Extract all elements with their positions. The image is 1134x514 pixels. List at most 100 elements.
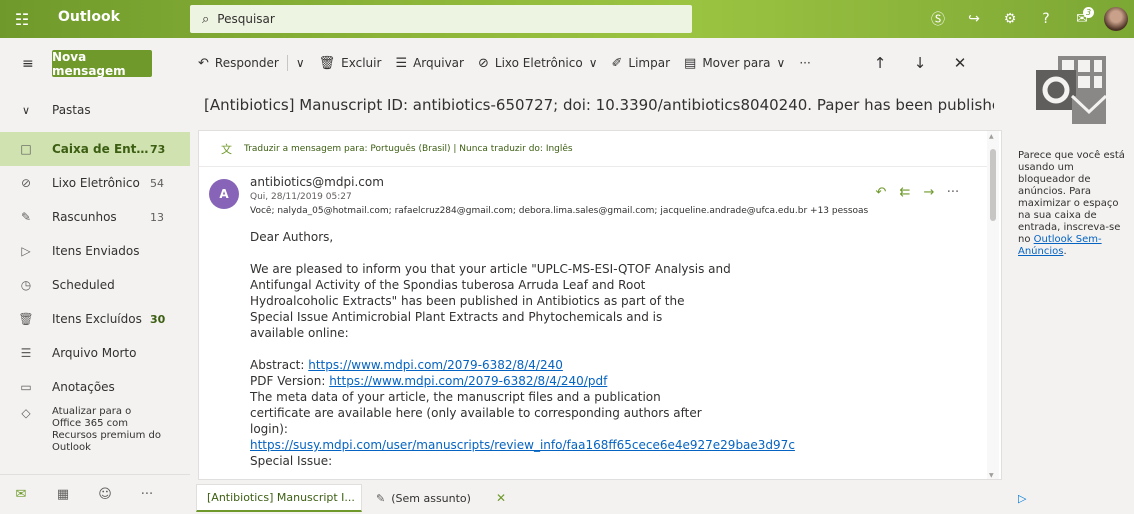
clock-icon: ◷ (20, 278, 32, 292)
sidebar-item-deleted[interactable]: 🗑 Itens Excluídos 30 (0, 302, 190, 336)
gear-icon[interactable]: ⚙ (992, 11, 1028, 27)
upgrade-premium-link[interactable]: ◇ Atualizar para o Office 365 com Recurs… (0, 400, 190, 464)
paragraph: We are pleased to inform you that your a… (250, 261, 810, 341)
new-message-button[interactable]: Nova mensagem (52, 50, 152, 78)
sender-avatar[interactable]: A (209, 179, 239, 209)
notification-badge: 3 (1083, 7, 1094, 18)
app-launcher-icon[interactable]: ☷ (0, 0, 44, 38)
office-logo-icon (1036, 56, 1108, 124)
susy-line: https://susy.mdpi.com/user/manuscripts/r… (250, 437, 810, 453)
command-bar: ↶ Responder ∨ 🗑 Excluir ☰ Arquivar ⊘ Lix… (190, 38, 1010, 88)
sidebar-item-archive[interactable]: ☰ Arquivo Morto (0, 336, 190, 370)
body-line: login): (250, 422, 288, 436)
junk-label: Lixo Eletrônico (494, 56, 583, 70)
archive-icon: ☰ (20, 346, 32, 360)
avatar[interactable] (1104, 7, 1128, 31)
more-icon[interactable]: ··· (941, 185, 965, 200)
reply-all-icon[interactable]: ⇇ (893, 185, 917, 200)
sidebar-item-junk[interactable]: ⊘ Lixo Eletrônico 54 (0, 166, 190, 200)
sidebar-item-label: Rascunhos (52, 210, 117, 224)
translate-icon: 文 (221, 142, 232, 156)
folder-count: 54 (150, 176, 164, 190)
close-icon[interactable]: ✕ (940, 54, 980, 72)
tab-current-message[interactable]: [Antibiotics] Manuscript I... (196, 484, 362, 512)
sidebar-item-inbox[interactable]: □ Caixa de Entra... 73 (0, 132, 190, 166)
folders-label: Pastas (52, 103, 91, 117)
abstract-label: Abstract: (250, 358, 309, 372)
sidebar-item-label: Lixo Eletrônico (52, 176, 140, 190)
translate-link[interactable]: Traduzir a mensagem para: Português (Bra… (244, 144, 573, 154)
body-line: Special Issue: (250, 454, 333, 468)
folder-move-icon: ▤ (684, 55, 697, 71)
recipients-list[interactable]: Você; nalyda_05@hotmail.com; rafaelcruz2… (250, 206, 870, 216)
archive-label: Arquivar (413, 56, 464, 70)
sender-email[interactable]: antibiotics@mdpi.com (250, 175, 384, 189)
chevron-down-icon: ∨ (776, 56, 786, 70)
brand-title[interactable]: Outlook (58, 9, 120, 25)
skype-icon[interactable]: Ⓢ (920, 9, 956, 29)
abstract-line: Abstract: https://www.mdpi.com/2079-6382… (250, 357, 810, 373)
search-icon: ⌕ (202, 11, 210, 27)
hamburger-icon[interactable]: ≡ (22, 56, 34, 72)
people-icon[interactable]: ☺ (84, 487, 126, 502)
folder-count: 13 (150, 210, 164, 224)
delete-button[interactable]: 🗑 Excluir (319, 56, 382, 71)
help-icon[interactable]: ? (1028, 11, 1064, 27)
sidebar-item-notes[interactable]: ▭ Anotações (0, 370, 190, 404)
pdf-link[interactable]: https://www.mdpi.com/2079-6382/8/4/240/p… (329, 374, 607, 388)
close-icon[interactable]: ✕ (496, 491, 506, 505)
note-icon: ▭ (20, 380, 32, 394)
body-line: Special Issue Antimicrobial Plant Extrac… (250, 310, 663, 324)
reply-icon[interactable]: ↶ (869, 185, 893, 200)
scroll-down-icon[interactable]: ▼ (989, 472, 994, 479)
move-to-label: Mover para (702, 56, 771, 70)
scrollbar-thumb[interactable] (990, 149, 996, 221)
sidebar-item-drafts[interactable]: ✎ Rascunhos 13 (0, 200, 190, 234)
chevron-down-icon: ∨ (588, 56, 598, 70)
sidebar-item-label: Anotações (52, 380, 115, 394)
teams-icon[interactable]: ↪ (956, 11, 992, 27)
message-body: Dear Authors, We are pleased to inform y… (250, 229, 810, 469)
translate-bar: 文 Traduzir a mensagem para: Português (B… (199, 131, 987, 167)
arrow-down-icon[interactable]: ↓ (900, 54, 940, 72)
mail-icon[interactable]: ✉ (0, 487, 42, 502)
susy-link[interactable]: https://susy.mdpi.com/user/manuscripts/r… (250, 438, 795, 452)
body-line: certificate are available here (only ava… (250, 406, 702, 420)
body-line: The meta data of your article, the manus… (250, 390, 661, 404)
sweep-label: Limpar (628, 56, 671, 70)
megaphone-icon[interactable]: ✉ 3 (1064, 7, 1100, 27)
upgrade-label: Atualizar para o Office 365 com Recursos… (52, 406, 161, 453)
sweep-button[interactable]: ✐ Limpar (612, 56, 671, 71)
move-to-button[interactable]: ▤ Mover para ∨ (684, 56, 785, 71)
greeting: Dear Authors, (250, 230, 334, 244)
junk-button[interactable]: ⊘ Lixo Eletrônico ∨ (478, 56, 598, 71)
calendar-icon[interactable]: ▦ (42, 487, 84, 502)
more-apps-icon[interactable]: ··· (126, 487, 168, 502)
abstract-link[interactable]: https://www.mdpi.com/2079-6382/8/4/240 (308, 358, 563, 372)
send-icon: ▷ (21, 244, 31, 258)
ad-choices-icon[interactable]: ▷ (1018, 492, 1026, 505)
sidebar-item-scheduled[interactable]: ◷ Scheduled (0, 268, 190, 302)
scrollbar[interactable]: ▲ ▼ (987, 131, 999, 479)
diamond-icon: ◇ (21, 406, 31, 420)
sidebar-item-sent[interactable]: ▷ Itens Enviados (0, 234, 190, 268)
delete-label: Excluir (341, 56, 382, 70)
message-nav: ↑ ↓ ✕ (860, 38, 980, 88)
reply-button[interactable]: ↶ Responder (198, 56, 279, 71)
reply-options-button[interactable]: ∨ (296, 56, 305, 70)
broom-icon: ✐ (611, 55, 623, 71)
forward-icon[interactable]: → (917, 185, 941, 200)
trash-icon: 🗑 (318, 55, 336, 71)
reply-label: Responder (214, 56, 279, 70)
more-button[interactable]: ··· (799, 56, 810, 70)
search-input[interactable]: Pesquisar (217, 12, 275, 26)
scroll-up-icon[interactable]: ▲ (989, 133, 994, 140)
body-line: We are pleased to inform you that your a… (250, 262, 731, 276)
archive-button[interactable]: ☰ Arquivar (395, 56, 464, 71)
tab-draft[interactable]: ✎ (Sem assunto) ✕ (366, 484, 516, 512)
folders-header[interactable]: ∨ Pastas (0, 94, 190, 126)
search-box[interactable]: ⌕ Pesquisar (190, 5, 692, 33)
arrow-up-icon[interactable]: ↑ (860, 54, 900, 72)
junk-icon: ⊘ (477, 55, 489, 71)
junk-icon: ⊘ (20, 176, 32, 190)
